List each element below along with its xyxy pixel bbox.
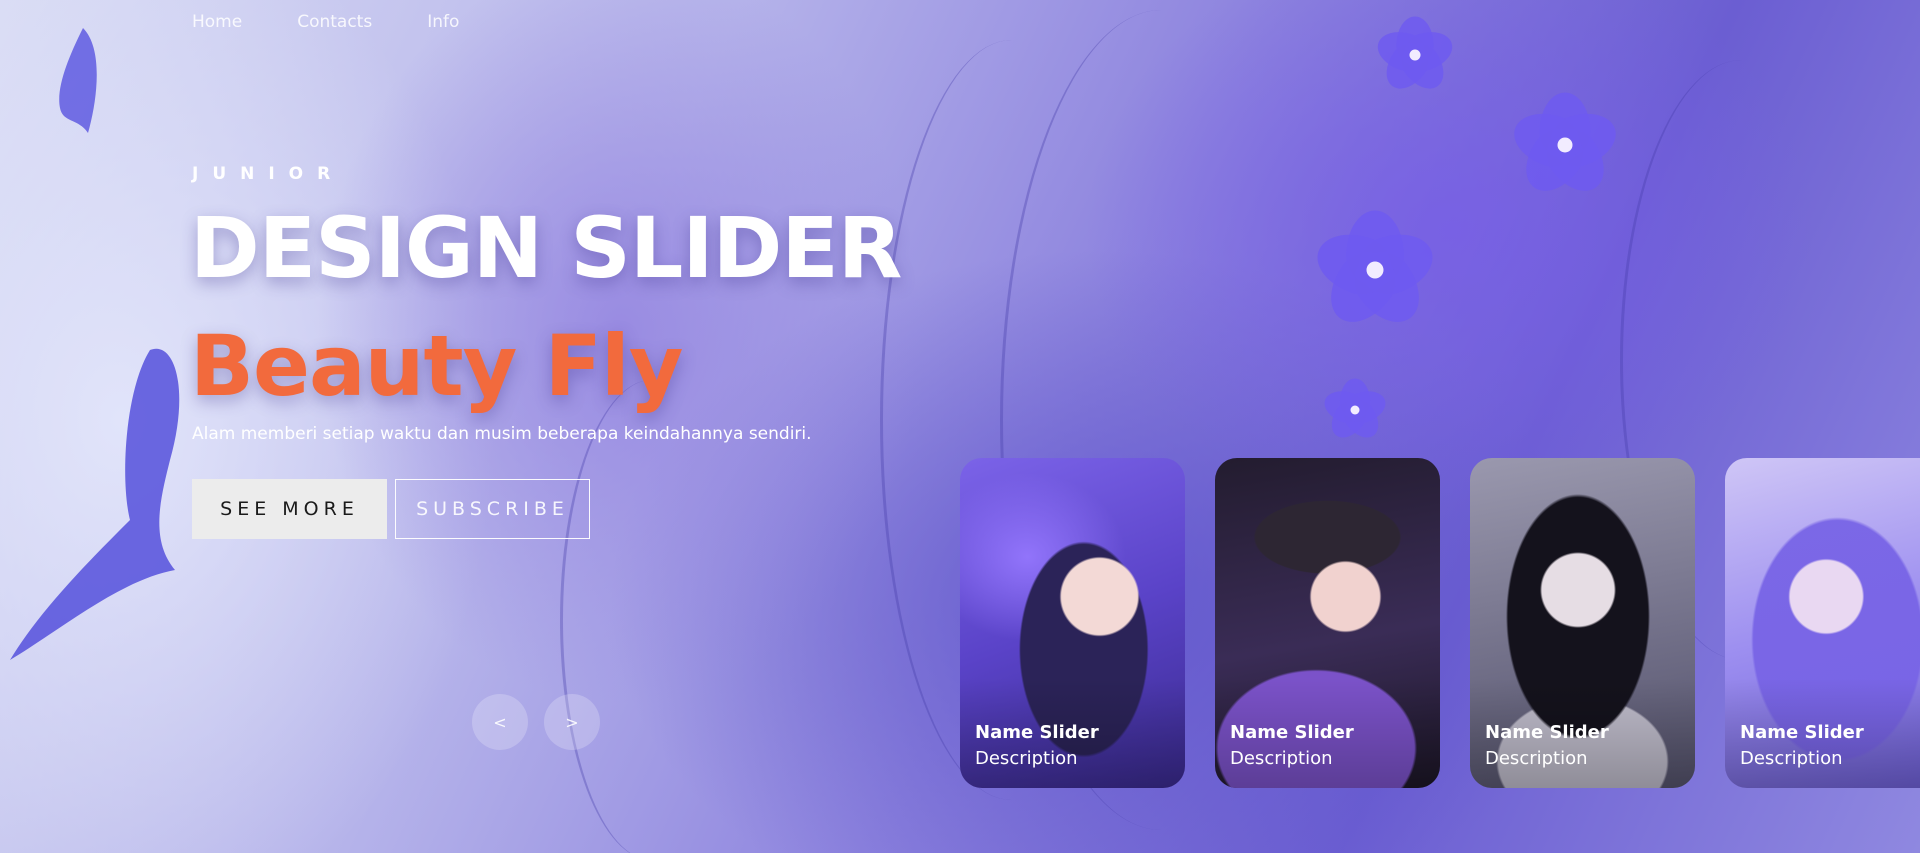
hair-strand-decoration <box>560 380 743 853</box>
hero-description: Alam memberi setiap waktu dan musim bebe… <box>192 424 812 444</box>
flower-decoration <box>1309 210 1441 336</box>
thumbnail-name: Name Slider <box>1230 722 1354 743</box>
thumbnail-description: Description <box>1230 748 1333 769</box>
thumbnail-card[interactable]: Name Slider Description <box>1725 458 1920 788</box>
thumbnail-strip: Name Slider Description Name Slider Desc… <box>960 458 1920 788</box>
thumbnail-content: Name Slider Description <box>1740 720 1864 772</box>
butterfly-decoration <box>59 28 97 133</box>
chevron-right-icon: > <box>565 712 579 732</box>
prev-arrow-button[interactable]: < <box>472 694 528 750</box>
see-more-button[interactable]: SEE MORE <box>192 479 387 539</box>
nav-link-home[interactable]: Home <box>192 12 242 32</box>
slider-arrows: < > <box>472 694 600 750</box>
thumbnail-description: Description <box>975 748 1078 769</box>
thumbnail-card[interactable]: Name Slider Description <box>960 458 1185 788</box>
hero-buttons: SEE MORE SUBSCRIBE <box>192 479 590 539</box>
chevron-left-icon: < <box>493 712 507 732</box>
thumbnail-name: Name Slider <box>1740 722 1864 743</box>
top-nav: Home Contacts Info <box>192 12 459 32</box>
thumbnail-name: Name Slider <box>1485 722 1609 743</box>
next-arrow-button[interactable]: > <box>544 694 600 750</box>
thumbnail-content: Name Slider Description <box>1230 720 1354 772</box>
hero-topic: Beauty Fly <box>190 317 684 415</box>
flower-decoration <box>1320 378 1390 445</box>
thumbnail-description: Description <box>1740 748 1843 769</box>
nav-link-contacts[interactable]: Contacts <box>297 12 372 32</box>
thumbnail-content: Name Slider Description <box>1485 720 1609 772</box>
hero-eyebrow: JUNIOR <box>192 164 345 184</box>
nav-link-info[interactable]: Info <box>427 12 459 32</box>
thumbnail-name: Name Slider <box>975 722 1099 743</box>
thumbnail-card[interactable]: Name Slider Description <box>1215 458 1440 788</box>
thumbnail-content: Name Slider Description <box>975 720 1099 772</box>
flower-decoration <box>1507 92 1623 203</box>
hero-title: DESIGN SLIDER <box>190 199 902 297</box>
thumbnail-card[interactable]: Name Slider Description <box>1470 458 1695 788</box>
subscribe-button[interactable]: SUBSCRIBE <box>395 479 590 539</box>
hero-slider: Home Contacts Info JUNIOR DESIGN SLIDER … <box>0 0 1920 853</box>
flower-decoration <box>1372 16 1458 98</box>
thumbnail-description: Description <box>1485 748 1588 769</box>
